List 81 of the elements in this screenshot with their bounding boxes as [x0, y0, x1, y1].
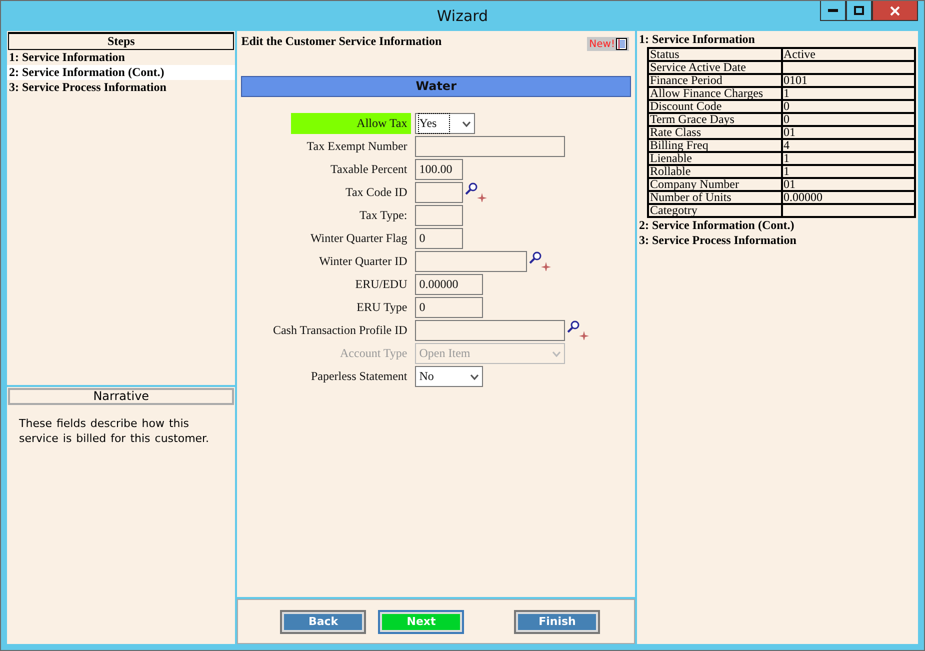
input-field[interactable] — [415, 320, 566, 341]
minimize-button[interactable] — [820, 1, 846, 21]
field-label: Account Type — [339, 345, 408, 362]
input-field[interactable]: 0.00000 — [415, 274, 484, 295]
list-icon — [616, 38, 627, 50]
table-cell: Finance Period — [648, 74, 782, 87]
field-value: Yes — [419, 114, 449, 133]
input-field[interactable]: 100.00 — [415, 159, 464, 180]
table-cell: Lienable — [648, 152, 782, 165]
table-cell: Status — [648, 48, 782, 61]
close-icon — [890, 6, 900, 16]
step-item[interactable]: 1: Service Information — [7, 50, 236, 65]
form-heading: Edit the Customer Service Information — [241, 34, 442, 49]
table-cell: Rate Class — [648, 126, 782, 139]
table-cell: 1 — [782, 152, 915, 165]
summary-section-title: 3: Service Process Information — [639, 233, 798, 248]
field-value: No — [419, 368, 434, 385]
step-item[interactable]: 2: Service Information (Cont.) — [7, 65, 236, 80]
magnifier-icon[interactable] — [566, 320, 590, 340]
input-field[interactable] — [415, 205, 464, 226]
narrative-text: These fields describe how this service is billed for this customer. — [18, 416, 210, 446]
summary-section-title: 1: Service Information — [639, 32, 756, 47]
table-cell: Discount Code — [648, 100, 782, 113]
chevron-icon — [552, 350, 562, 356]
wizard-button[interactable]: Finish — [514, 610, 600, 634]
field-label: ERU/EDU — [354, 276, 408, 293]
field-value: 0 — [419, 230, 426, 247]
table-cell: Allow Finance Charges — [648, 87, 782, 100]
table-cell: Number of Units — [648, 191, 782, 204]
maximize-button[interactable] — [846, 1, 872, 21]
table-cell: Rollable — [648, 165, 782, 178]
table-cell: Term Grace Days — [648, 113, 782, 126]
table-cell: Service Active Date — [648, 61, 782, 74]
table-cell: 4 — [782, 139, 915, 152]
table-cell: 0101 — [782, 74, 915, 87]
steps-header: Steps — [8, 32, 234, 50]
table-cell: Company Number — [648, 178, 782, 191]
chevron-icon — [470, 374, 480, 380]
table-cell: 0 — [782, 100, 915, 113]
field-label: Paperless Statement — [310, 368, 408, 385]
field-label: Tax Code ID — [344, 184, 408, 201]
input-field[interactable]: 0 — [415, 228, 464, 249]
magnifier-icon[interactable] — [464, 182, 488, 202]
section-header: Water — [241, 76, 631, 97]
chevron-icon — [462, 120, 472, 126]
field-label: Winter Quarter Flag — [309, 230, 408, 247]
input-field[interactable] — [415, 251, 528, 272]
table-cell: 01 — [782, 178, 915, 191]
field-label: Cash Transaction Profile ID — [272, 322, 408, 339]
input-field[interactable] — [415, 136, 566, 157]
field-label: Allow Tax — [291, 113, 412, 134]
dropdown[interactable]: No — [415, 366, 484, 387]
table-cell: Billing Freq — [648, 139, 782, 152]
field-value: Open Item — [419, 345, 470, 362]
narrative-header: Narrative — [8, 388, 234, 405]
table-cell: 1 — [782, 87, 915, 100]
field-value: 0.00000 — [419, 276, 458, 293]
step-item[interactable]: 3: Service Process Information — [7, 80, 236, 95]
input-field[interactable] — [415, 182, 464, 203]
table-cell: 0 — [782, 113, 915, 126]
field-label: Taxable Percent — [329, 161, 408, 178]
field-label: Winter Quarter ID — [318, 253, 408, 270]
maximize-icon — [854, 6, 864, 15]
dropdown[interactable]: Yes — [415, 113, 476, 134]
field-label: ERU Type — [356, 299, 408, 316]
magnifier-icon[interactable] — [528, 251, 552, 271]
close-button[interactable] — [872, 1, 918, 21]
table-cell: 01 — [782, 126, 915, 139]
table-cell: Active — [782, 48, 915, 61]
input-field[interactable]: 0 — [415, 297, 484, 318]
field-value: 100.00 — [419, 161, 452, 178]
field-label: Tax Exempt Number — [306, 138, 408, 155]
summary-section-title: 2: Service Information (Cont.) — [639, 218, 796, 233]
table-cell: 0.00000 — [782, 191, 915, 204]
table-cell: Categotry — [648, 204, 782, 217]
field-label: Tax Type: — [358, 207, 408, 224]
table-cell: 1 — [782, 165, 915, 178]
wizard-button[interactable]: Back — [280, 610, 366, 634]
minimize-icon — [828, 9, 838, 12]
window-title: Wizard — [436, 6, 488, 24]
field-value: 0 — [419, 299, 426, 316]
